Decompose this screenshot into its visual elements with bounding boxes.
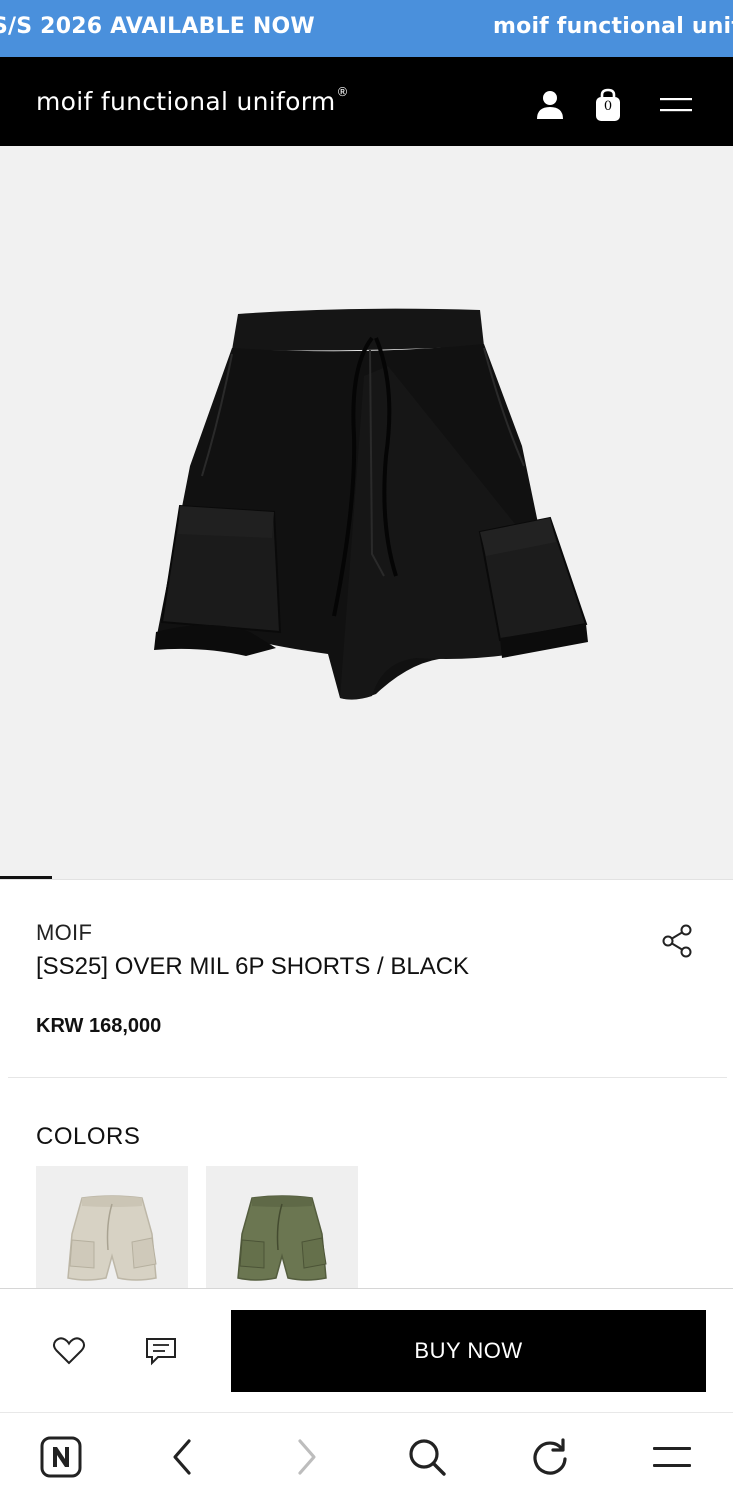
banner-text: S/S 2026 AVAILABLE NOW — [0, 14, 315, 39]
swatch-image-olive — [237, 1195, 327, 1281]
colors-heading: COLORS — [36, 1123, 141, 1150]
share-icon[interactable] — [658, 920, 698, 960]
swatch-image-beige — [67, 1195, 157, 1281]
banner-text-repeat: moif functional unifo — [493, 14, 733, 39]
announcement-banner[interactable]: S/S 2026 AVAILABLE NOW moif functional u… — [0, 0, 733, 57]
cart-count: 0 — [603, 99, 613, 114]
back-icon[interactable] — [158, 1433, 206, 1481]
color-swatch-olive[interactable] — [206, 1166, 358, 1288]
forward-icon[interactable] — [283, 1433, 331, 1481]
section-divider — [8, 1077, 727, 1078]
product-brand[interactable]: MOIF — [36, 920, 92, 946]
purchase-action-bar: BUY NOW — [0, 1288, 733, 1412]
product-price: KRW 168,000 — [36, 1015, 162, 1037]
reload-icon[interactable] — [526, 1433, 574, 1481]
site-logo[interactable]: moif functional uniform® — [36, 85, 349, 116]
heart-icon[interactable] — [47, 1329, 91, 1373]
product-image-gallery[interactable] — [0, 146, 733, 880]
hamburger-menu-icon[interactable] — [656, 85, 696, 125]
product-name: [SS25] OVER MIL 6P SHORTS / BLACK — [36, 953, 470, 980]
color-swatch-beige[interactable] — [36, 1166, 188, 1288]
menu-icon[interactable] — [648, 1433, 696, 1481]
shopping-bag-icon[interactable]: 0 — [588, 85, 628, 125]
naver-icon[interactable] — [37, 1433, 85, 1481]
user-icon[interactable] — [530, 85, 570, 125]
registered-mark: ® — [336, 85, 349, 99]
search-icon[interactable] — [403, 1433, 451, 1481]
logo-text: moif functional uniform — [36, 87, 336, 116]
gallery-track — [0, 879, 733, 880]
product-image — [154, 308, 588, 700]
browser-nav-bar — [0, 1412, 733, 1500]
site-header: moif functional uniform® 0 — [0, 57, 733, 146]
review-icon[interactable] — [139, 1329, 183, 1373]
buy-now-button[interactable]: BUY NOW — [231, 1310, 706, 1392]
